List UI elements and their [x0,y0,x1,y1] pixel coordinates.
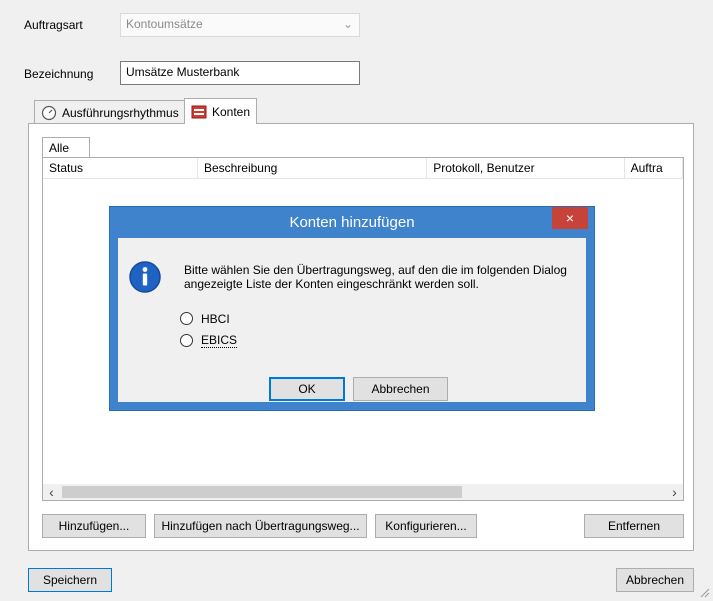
resize-grip-icon[interactable] [698,586,710,598]
close-icon[interactable]: × [552,207,588,229]
bezeichnung-input[interactable]: Umsätze Musterbank [120,61,360,85]
scroll-left-arrow-icon[interactable]: ‹ [43,484,60,500]
bezeichnung-label: Bezeichnung [24,67,94,81]
tab-label: Ausführungsrhythmus [62,105,179,120]
clock-icon [41,105,57,120]
list-header: Status Beschreibung Protokoll, Benutzer … [43,158,683,179]
dialog-message: Bitte wählen Sie den Übertragungsweg, au… [184,263,567,291]
auftragsart-value: Kontoumsätze [126,17,203,31]
dialog-message-line1: Bitte wählen Sie den Übertragungsweg, au… [184,263,567,277]
filter-tab-label: Alle [49,141,70,155]
save-button[interactable]: Speichern [28,568,112,592]
horizontal-scrollbar[interactable]: ‹ › [43,484,683,500]
dialog-cancel-button[interactable]: Abbrechen [353,377,448,401]
add-button[interactable]: Hinzufügen... [42,514,146,538]
scroll-right-arrow-icon[interactable]: › [666,484,683,500]
auftragsart-label: Auftragsart [24,18,83,32]
filter-tab-alle[interactable]: Alle [42,137,90,157]
configure-button[interactable]: Konfigurieren... [375,514,477,538]
column-header-beschreibung[interactable]: Beschreibung [198,158,428,178]
radio-hbci-label[interactable]: HBCI [201,312,230,326]
column-header-protokoll[interactable]: Protokoll, Benutzer [427,158,625,178]
chevron-down-icon: ⌄ [342,17,353,31]
add-accounts-dialog: Konten hinzufügen × Bitte wählen Sie den… [109,206,595,411]
add-by-channel-button[interactable]: Hinzufügen nach Übertragungsweg... [154,514,367,538]
column-header-auftrag[interactable]: Auftra [625,158,683,178]
dialog-title: Konten hinzufügen [289,214,415,231]
bezeichnung-value: Umsätze Musterbank [126,65,240,79]
dialog-titlebar[interactable]: Konten hinzufügen × [110,207,594,237]
scrollbar-thumb[interactable] [62,486,462,498]
radio-hbci[interactable] [180,312,193,325]
radio-ebics[interactable] [180,334,193,347]
dialog-body: Bitte wählen Sie den Übertragungsweg, au… [118,238,586,402]
dialog-ok-button[interactable]: OK [269,377,345,401]
info-icon [129,261,161,293]
column-header-status[interactable]: Status [43,158,198,178]
radio-ebics-label[interactable]: EBICS [201,334,238,348]
cancel-button[interactable]: Abbrechen [616,568,694,592]
accounts-book-icon [191,105,207,118]
tab-label: Konten [212,104,251,119]
dialog-message-line2: angezeigte Liste der Konten eingeschränk… [184,277,479,291]
tab-ausfuehrungsrhythmus[interactable]: Ausführungsrhythmus [34,100,186,124]
tab-konten[interactable]: Konten [184,98,258,124]
remove-button[interactable]: Entfernen [584,514,684,538]
auftragsart-select[interactable]: Kontoumsätze ⌄ [120,13,360,37]
